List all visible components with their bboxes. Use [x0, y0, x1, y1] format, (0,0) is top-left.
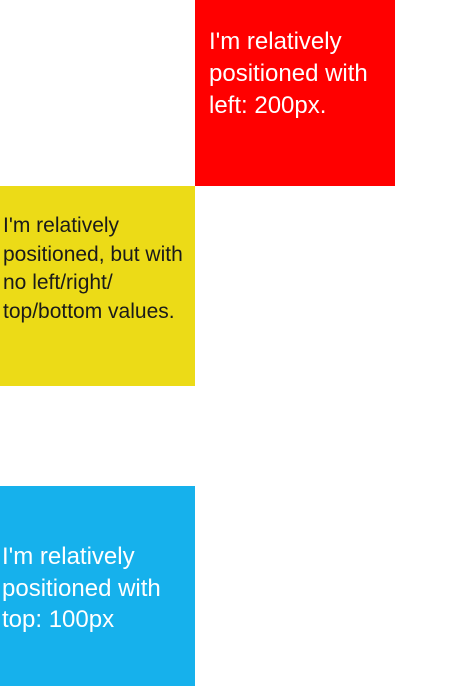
red-box-text: I'm relatively positioned with left: 200…	[209, 28, 368, 119]
red-positioned-box: I'm relatively positioned with left: 200…	[195, 0, 395, 186]
yellow-box-text: I'm relatively positioned, but with no l…	[3, 214, 183, 323]
yellow-positioned-box: I'm relatively positioned, but with no l…	[0, 186, 195, 386]
blue-box-text: I'm relatively positioned with top: 100p…	[2, 543, 161, 633]
page: I'm relatively positioned with left: 200…	[0, 0, 470, 686]
blue-positioned-box: I'm relatively positioned with top: 100p…	[0, 486, 195, 686]
